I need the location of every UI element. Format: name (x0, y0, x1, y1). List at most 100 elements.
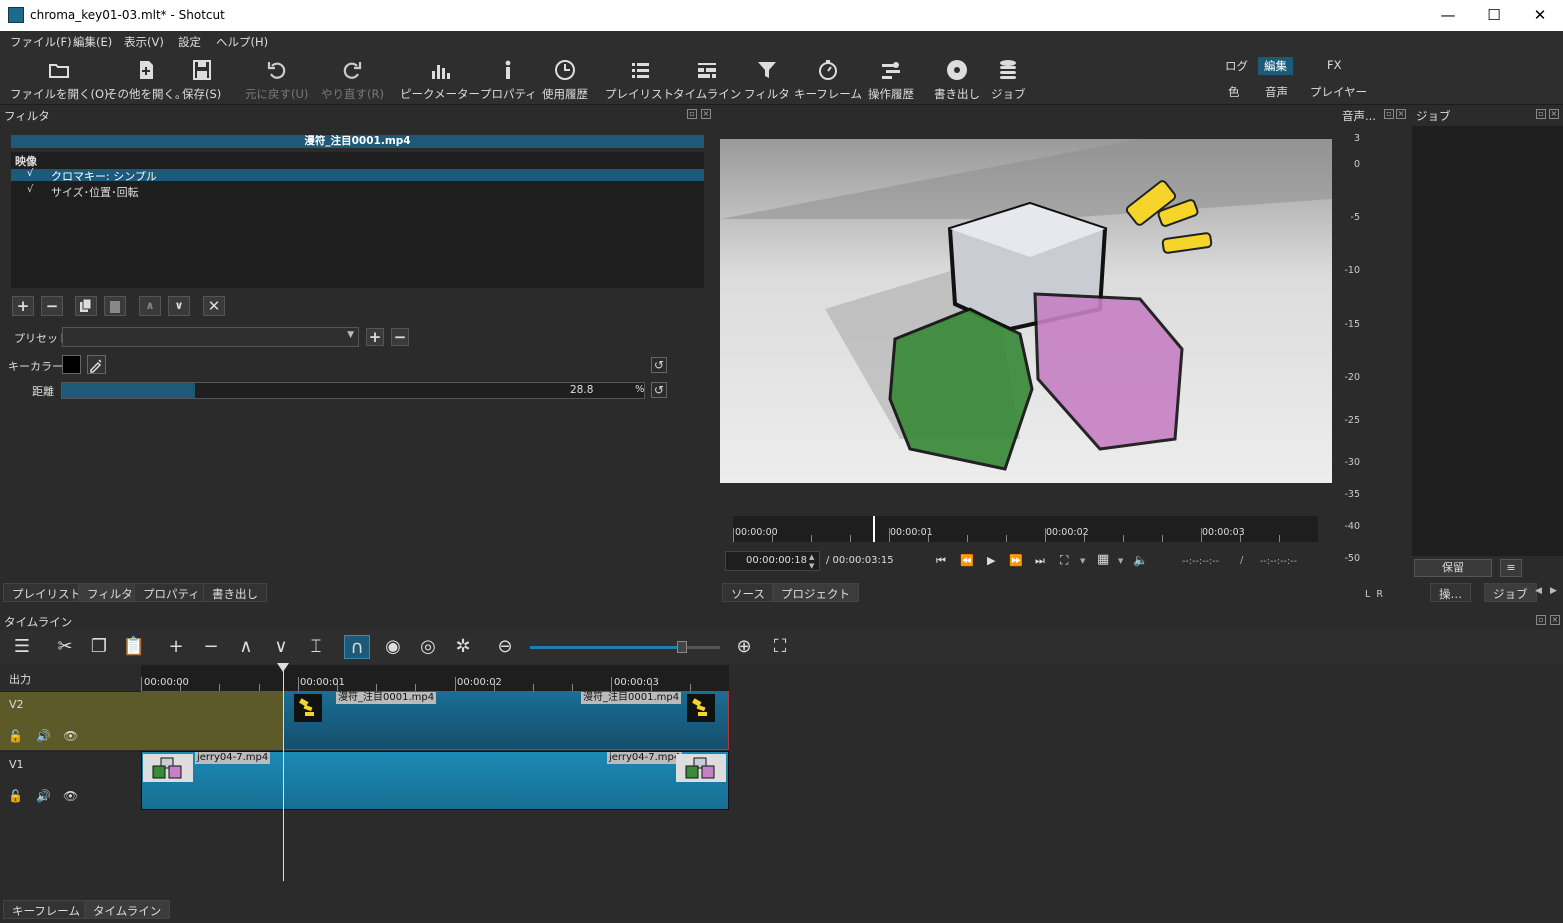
skip-to-end-button[interactable]: ⏭ (1035, 554, 1045, 568)
open-file-button[interactable]: ファイルを開く(O) (10, 57, 109, 102)
playlist-button[interactable]: プレイリスト (605, 57, 674, 102)
overwrite-icon[interactable]: ∨ (268, 635, 294, 659)
timeline-ruler[interactable]: 00:00:00 00:00:01 00:00:02 00:00:03 (141, 665, 729, 691)
add-filter-button[interactable]: + (12, 296, 34, 316)
chevron-down-icon[interactable]: ▼ (1080, 557, 1085, 565)
menu-view[interactable]: 表示(V) (124, 34, 164, 50)
jobs-menu-button[interactable]: ≡ (1500, 559, 1522, 577)
properties-button[interactable]: プロパティ (480, 57, 537, 102)
mute-icon[interactable]: 🔊 (36, 729, 51, 743)
split-icon[interactable]: ⌶ (303, 635, 329, 659)
video-preview[interactable] (720, 139, 1332, 483)
jobs-button[interactable]: ジョブ (991, 57, 1026, 102)
undo-button[interactable]: 元に戻す(U) (245, 57, 308, 102)
play-button[interactable]: ▶ (987, 554, 995, 567)
timecode-position-field[interactable]: 00:00:00:18 ▲ ▼ (725, 551, 820, 571)
ripple-delete-icon[interactable]: − (198, 635, 224, 659)
float-icon[interactable]: ▫ (687, 109, 697, 119)
remove-filter-button[interactable]: − (41, 296, 63, 316)
ripple-icon[interactable]: ◎ (415, 635, 441, 659)
tab-playlist[interactable]: プレイリスト (3, 583, 90, 602)
player-ruler[interactable]: 00:00:00 00:00:01 00:00:02 00:00:03 (733, 516, 1318, 542)
skip-to-start-button[interactable]: ⏮ (936, 554, 946, 568)
peak-meter-button[interactable]: ピークメーター (400, 57, 480, 102)
spin-down-icon[interactable]: ▼ (809, 562, 814, 570)
keyframes-button[interactable]: キーフレーム (794, 57, 862, 102)
workspace-edit[interactable]: 編集 (1258, 57, 1293, 75)
eye-icon[interactable]: 👁 (63, 729, 78, 743)
snap-icon[interactable]: ∩ (344, 635, 370, 659)
tab-properties[interactable]: プロパティ (134, 583, 209, 602)
grid-icon[interactable]: ▦ (1097, 552, 1109, 567)
workspace-player[interactable]: プレイヤー (1304, 83, 1373, 101)
copy-icon[interactable]: ❐ (86, 635, 112, 659)
mute-icon[interactable]: 🔊 (36, 789, 51, 803)
filter-item-size-position[interactable]: √ サイズ･位置･回転 (11, 184, 704, 199)
close-icon[interactable]: × (1549, 109, 1559, 119)
timeline-menu-icon[interactable]: ☰ (9, 635, 35, 659)
clip-v2[interactable]: 漫符_注目0001.mp4 漫符_注目0001.mp4 (283, 691, 729, 750)
distance-slider[interactable]: 28.8 % (61, 382, 645, 399)
fast-forward-button[interactable]: ⏩ (1009, 554, 1023, 567)
timeline-button[interactable]: タイムライン (673, 57, 741, 102)
eye-icon[interactable]: 👁 (63, 789, 78, 803)
tab-filters[interactable]: フィルタ (78, 583, 142, 602)
workspace-fx[interactable]: FX (1321, 57, 1348, 73)
menu-edit[interactable]: 編集(E) (73, 34, 112, 50)
action-history-button[interactable]: 操作履歴 (868, 57, 914, 102)
ripple-all-icon[interactable]: ✲ (450, 635, 476, 659)
move-down-button[interactable]: ∨ (168, 296, 190, 316)
zoom-in-icon[interactable]: ⊕ (731, 635, 757, 659)
float-icon[interactable]: ▫ (1536, 109, 1546, 119)
tab-scroll-left-icon[interactable]: ◀ (1535, 586, 1542, 596)
redo-button[interactable]: やり直す(R) (321, 57, 384, 102)
eyedropper-button[interactable] (87, 355, 106, 374)
tab-actions[interactable]: 操… (1430, 583, 1471, 602)
timeline-playhead[interactable] (283, 665, 284, 881)
close-button[interactable]: ✕ (1517, 0, 1563, 31)
zoom-out-icon[interactable]: ⊖ (492, 635, 518, 659)
lift-icon[interactable]: ∧ (233, 635, 259, 659)
close-icon[interactable]: × (1396, 109, 1406, 119)
append-icon[interactable]: + (163, 635, 189, 659)
float-icon[interactable]: ▫ (1536, 615, 1546, 625)
open-other-button[interactable]: その他を開く。 (106, 57, 187, 102)
export-button[interactable]: 書き出し (934, 57, 980, 102)
copy-filter-button[interactable] (75, 296, 97, 316)
lock-icon[interactable]: 🔓 (8, 789, 23, 803)
player-playhead[interactable] (873, 516, 876, 542)
workspace-log[interactable]: ログ (1219, 57, 1254, 75)
save-button[interactable]: 保存(S) (182, 57, 221, 102)
zoom-slider-handle[interactable] (677, 641, 687, 653)
preset-dropdown[interactable]: ▼ (62, 327, 359, 347)
track-lane-v2-empty[interactable] (141, 691, 283, 750)
clip-v1[interactable]: jerry04-7.mp4 jerry04-7.mp4 (141, 751, 729, 810)
maximize-button[interactable]: ☐ (1471, 0, 1517, 31)
chevron-down-icon[interactable]: ▼ (1118, 557, 1123, 565)
tab-project[interactable]: プロジェクト (772, 583, 859, 602)
rewind-button[interactable]: ⏪ (960, 554, 974, 567)
cut-icon[interactable]: ✂ (52, 635, 78, 659)
scrub-icon[interactable]: ◉ (380, 635, 406, 659)
key-color-swatch[interactable] (62, 355, 81, 374)
reset-key-color-button[interactable]: ↺ (651, 357, 667, 373)
save-preset-button[interactable]: + (366, 328, 384, 346)
spin-up-icon[interactable]: ▲ (809, 553, 814, 561)
workspace-color[interactable]: 色 (1222, 83, 1246, 101)
track-header-v2[interactable]: V2 🔓 🔊 👁 (0, 691, 141, 750)
close-icon[interactable]: × (701, 109, 711, 119)
reset-distance-button[interactable]: ↺ (651, 382, 667, 398)
hold-button[interactable]: 保留 (1414, 559, 1492, 577)
minimize-button[interactable]: — (1425, 0, 1471, 31)
delete-preset-button[interactable]: − (391, 328, 409, 346)
paste-filter-button[interactable] (104, 296, 126, 316)
workspace-audio[interactable]: 音声 (1259, 83, 1294, 101)
history-button[interactable]: 使用履歴 (542, 57, 588, 102)
tab-scroll-right-icon[interactable]: ▶ (1550, 586, 1557, 596)
filters-button[interactable]: フィルタ (744, 57, 790, 102)
checkbox-size-position[interactable]: √ (27, 184, 33, 195)
checkbox-chroma-key[interactable]: √ (27, 168, 33, 179)
zoom-slider[interactable] (530, 641, 720, 653)
tab-keyframes[interactable]: キーフレーム (3, 900, 89, 919)
paste-icon[interactable]: 📋 (121, 635, 147, 659)
